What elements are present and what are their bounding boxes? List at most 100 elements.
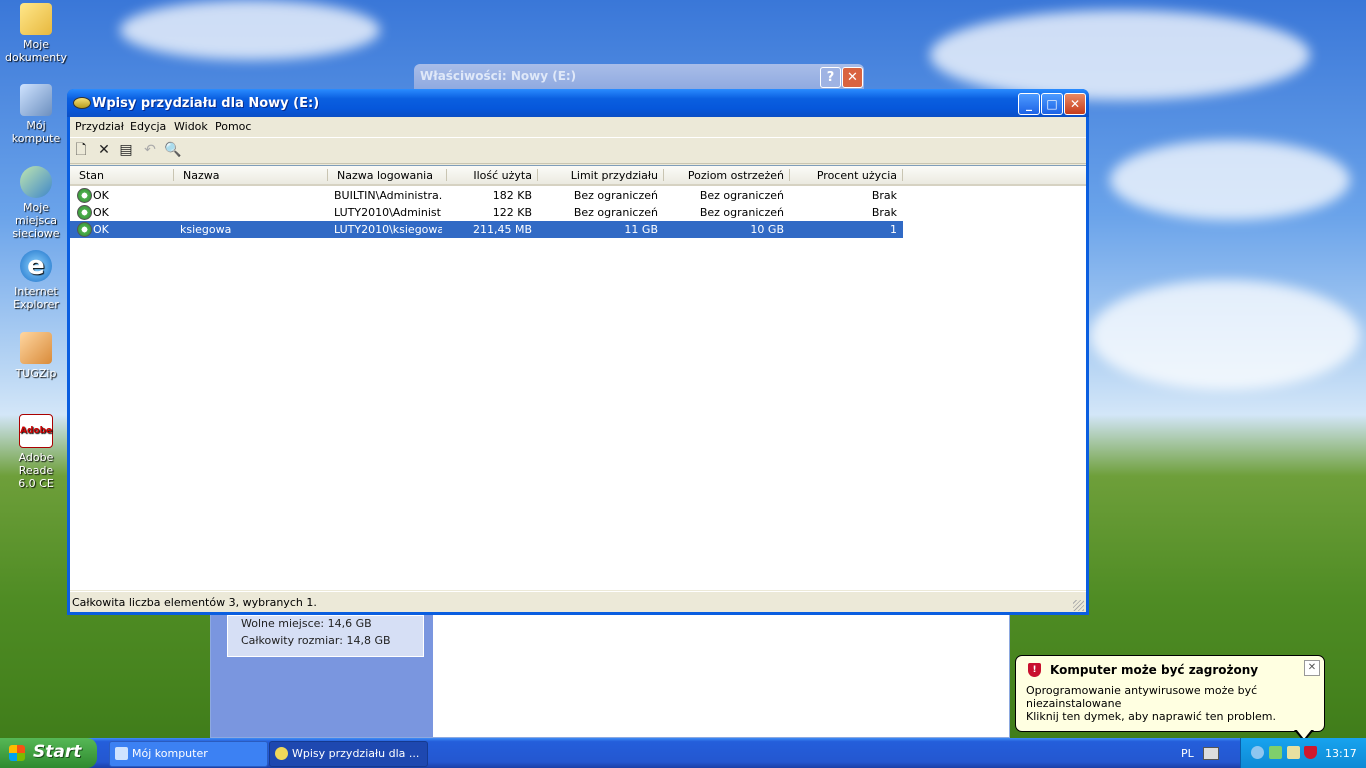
desktop-icon-label: TUGZip — [15, 367, 57, 380]
total-size-text: Całkowity rozmiar: 14,8 GB — [241, 634, 391, 647]
cell-percent: Brak — [871, 206, 897, 219]
desktop-icon-network-places[interactable]: Moje miejsca sieciowe — [2, 166, 70, 240]
desktop-icon-label: Explorer — [13, 298, 59, 311]
window-title: Wpisy przydziału dla Nowy (E:) — [92, 96, 320, 111]
drive-icon — [275, 747, 288, 760]
desktop-icon-label: Moje — [22, 38, 50, 51]
menu-widok[interactable]: Widok — [174, 120, 208, 133]
menu-pomoc[interactable]: Pomoc — [215, 120, 251, 133]
column-divider[interactable] — [173, 169, 174, 181]
cell-used: 182 KB — [492, 189, 532, 202]
column-divider[interactable] — [663, 169, 664, 181]
drive-icon — [73, 97, 91, 109]
help-button[interactable]: ? — [820, 67, 841, 88]
free-space-text: Wolne miejsce: 14,6 GB — [241, 617, 372, 630]
menu-bar: Przydział Edycja Widok Pomoc — [70, 117, 1086, 136]
properties-window-titlebar[interactable]: Właściwości: Nowy (E:) ? ✕ — [414, 64, 864, 90]
column-divider[interactable] — [537, 169, 538, 181]
new-entry-icon[interactable]: 🗋 — [73, 142, 89, 158]
window-titlebar[interactable]: Wpisy przydziału dla Nowy (E:) _ □ ✕ — [67, 89, 1089, 117]
menu-przydzial[interactable]: Przydział — [75, 120, 124, 133]
desktop-icon-internet-explorer[interactable]: e Internet Explorer — [2, 250, 70, 311]
column-header-stan[interactable]: Stan — [79, 169, 104, 182]
desktop-icon-label: 6.0 CE — [18, 477, 54, 490]
desktop-icon-label: sieciowe — [12, 227, 60, 240]
cell-limit: Bez ograniczeń — [573, 206, 658, 219]
undo-icon[interactable]: ↶ — [142, 142, 158, 158]
column-header-limit[interactable]: Limit przydziału — [540, 169, 658, 182]
cell-status: OK — [93, 206, 109, 219]
column-divider[interactable] — [327, 169, 328, 181]
minimize-button[interactable]: _ — [1018, 93, 1040, 115]
table-row[interactable]: OK LUTY2010\Administ... 122 KB Bez ogran… — [70, 204, 903, 221]
column-header-percent[interactable]: Procent użycia — [792, 169, 897, 182]
cell-limit: Bez ograniczeń — [573, 189, 658, 202]
menu-edycja[interactable]: Edycja — [130, 120, 166, 133]
properties-icon[interactable]: ▤ — [118, 142, 134, 158]
taskbar: Start Mój komputer Wpisy przydziału dla … — [0, 738, 1366, 768]
close-button[interactable]: ✕ — [842, 67, 863, 88]
cell-limit: 11 GB — [624, 223, 658, 236]
resize-grip[interactable] — [1073, 600, 1084, 611]
cell-percent: Brak — [871, 189, 897, 202]
quota-ok-icon — [77, 188, 92, 203]
desktop-icon-adobe-reader[interactable]: Adobe Adobe Reade 6.0 CE — [2, 414, 70, 490]
column-divider[interactable] — [902, 169, 903, 181]
disk-info-box: Wolne miejsce: 14,6 GB Całkowity rozmiar… — [227, 615, 424, 657]
cloud — [120, 0, 380, 60]
adobe-reader-icon: Adobe — [19, 414, 53, 448]
cloud — [930, 10, 1310, 100]
balloon-close-button[interactable]: ✕ — [1304, 660, 1320, 676]
safely-remove-icon[interactable] — [1287, 746, 1300, 759]
desktop-icon-my-documents[interactable]: Moje dokumenty — [2, 3, 70, 64]
network-places-icon — [20, 166, 52, 198]
language-indicator[interactable]: PL — [1181, 747, 1194, 760]
find-icon[interactable]: 🔍 — [164, 142, 181, 158]
taskbar-item-my-computer[interactable]: Mój komputer — [109, 741, 268, 767]
column-header-used[interactable]: Ilość użyta — [450, 169, 532, 182]
my-computer-icon — [20, 84, 52, 116]
desktop-icon-label: Internet — [14, 285, 58, 298]
start-label: Start — [33, 742, 82, 762]
clock[interactable]: 13:17 — [1325, 747, 1357, 760]
cell-warning: Bez ograniczeń — [699, 206, 784, 219]
delete-icon[interactable]: ✕ — [96, 142, 112, 158]
quota-ok-icon — [77, 205, 92, 220]
my-computer-icon — [115, 747, 128, 760]
table-row[interactable]: OK BUILTIN\Administra... 182 KB Bez ogra… — [70, 187, 903, 204]
balloon-title: Komputer może być zagrożony — [1050, 663, 1259, 677]
security-center-icon[interactable] — [1304, 746, 1317, 759]
cell-name: ksiegowa — [180, 223, 232, 236]
keyboard-icon[interactable] — [1203, 747, 1219, 760]
close-button[interactable]: ✕ — [1064, 93, 1086, 115]
internet-explorer-icon: e — [20, 250, 52, 282]
list-header: Stan Nazwa Nazwa logowania Ilość użyta L… — [70, 166, 1086, 186]
column-header-login[interactable]: Nazwa logowania — [337, 169, 433, 182]
desktop-icon-tugzip[interactable]: TUGZip — [2, 332, 70, 380]
start-button[interactable]: Start — [0, 738, 97, 768]
table-row-selected[interactable]: OK ksiegowa LUTY2010\ksiegowa 211,45 MB … — [70, 221, 903, 238]
update-icon[interactable] — [1269, 746, 1282, 759]
column-header-nazwa[interactable]: Nazwa — [183, 169, 219, 182]
desktop-icon-label: Adobe Reade — [18, 451, 54, 477]
maximize-button[interactable]: □ — [1041, 93, 1063, 115]
column-divider[interactable] — [789, 169, 790, 181]
status-bar: Całkowita liczba elementów 3, wybranych … — [70, 591, 1086, 613]
column-header-warning[interactable]: Poziom ostrzeżeń — [666, 169, 784, 182]
security-balloon[interactable]: ! Komputer może być zagrożony ✕ Oprogram… — [1015, 655, 1325, 742]
toolbar: 🗋 ✕ ▤ ↶ 🔍 — [70, 137, 1086, 164]
quota-entries-list[interactable]: Stan Nazwa Nazwa logowania Ilość użyta L… — [70, 165, 1086, 590]
status-text: Całkowita liczba elementów 3, wybranych … — [72, 596, 317, 609]
network-icon[interactable] — [1251, 746, 1264, 759]
properties-side-panel: Wolne miejsce: 14,6 GB Całkowity rozmiar… — [211, 615, 433, 737]
desktop-icon-label: Moje miejsca — [14, 201, 58, 227]
taskbar-item-label: Wpisy przydziału dla ... — [292, 747, 420, 760]
column-divider[interactable] — [446, 169, 447, 181]
taskbar-item-quota-entries[interactable]: Wpisy przydziału dla ... — [269, 741, 428, 767]
desktop-icon-my-computer[interactable]: Mój kompute — [2, 84, 70, 145]
quota-entries-window: Wpisy przydziału dla Nowy (E:) _ □ ✕ Prz… — [67, 89, 1089, 615]
cell-warning: Bez ograniczeń — [699, 189, 784, 202]
cell-status: OK — [93, 189, 109, 202]
desktop-icon-label: Mój kompute — [11, 119, 61, 145]
cell-status: OK — [93, 223, 109, 236]
